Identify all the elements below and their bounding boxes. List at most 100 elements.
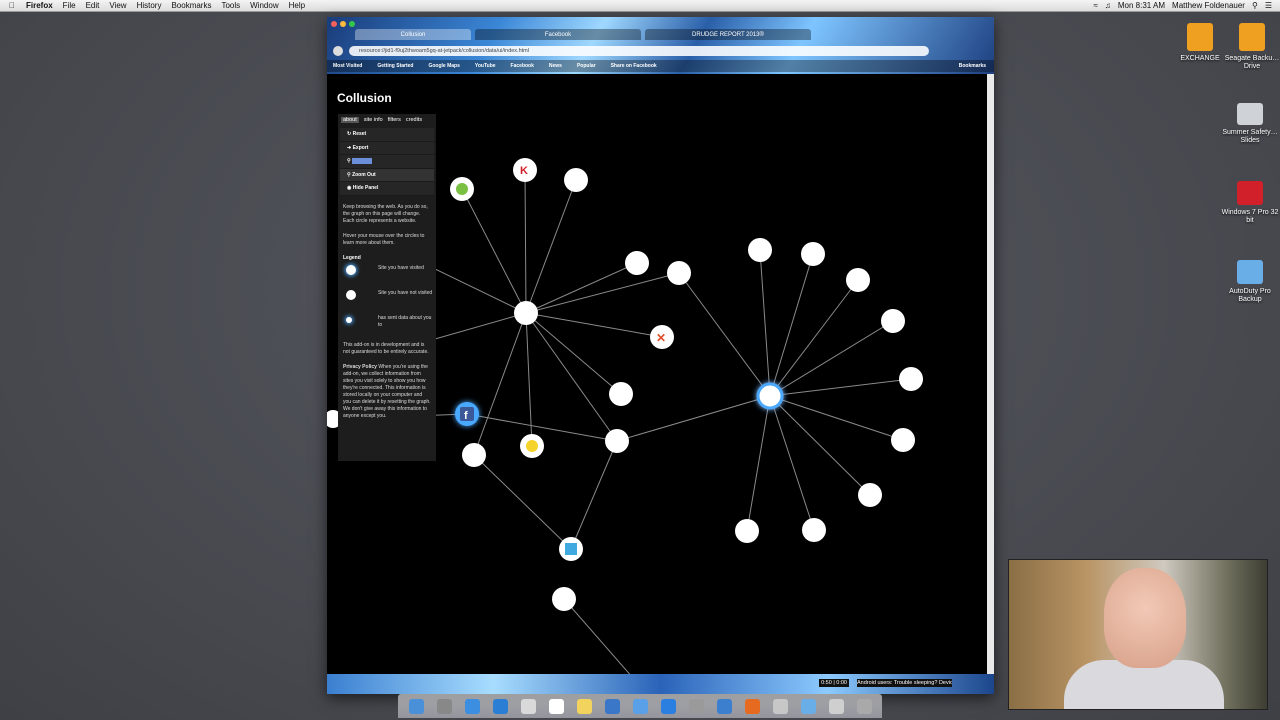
presenter-face — [1104, 568, 1186, 668]
menu-edit[interactable]: Edit — [86, 1, 100, 10]
mail-icon[interactable] — [464, 698, 480, 714]
menu-bookmarks[interactable]: Bookmarks — [171, 1, 211, 10]
legend-visited-label: Site you have visited — [378, 264, 424, 271]
wifi-icon[interactable]: ≈ — [1094, 1, 1098, 10]
graph-node[interactable] — [667, 261, 691, 285]
vmware-icon[interactable] — [716, 698, 732, 714]
notifications-icon[interactable]: ☰ — [1265, 1, 1272, 10]
launchpad-icon[interactable] — [436, 698, 452, 714]
tab-collusion[interactable]: Collusion — [355, 29, 471, 40]
page-content: K ✕ f Collusion about site info filters … — [327, 74, 987, 674]
graph-node[interactable] — [801, 242, 825, 266]
graph-node[interactable] — [881, 309, 905, 333]
graph-node[interactable] — [858, 483, 882, 507]
system-preferences-icon[interactable] — [688, 698, 704, 714]
desktop-icon-label: Summer Safety…Slides — [1222, 129, 1278, 144]
menu-help[interactable]: Help — [289, 1, 305, 10]
desktop-icon-autoduty[interactable]: AutoDuty Pro Backup — [1218, 260, 1280, 304]
tab-credits[interactable]: credits — [406, 117, 422, 123]
zoom-window-icon[interactable] — [349, 21, 355, 27]
graph-node[interactable] — [748, 238, 772, 262]
graph-node[interactable] — [605, 429, 629, 453]
finder-icon[interactable] — [408, 698, 424, 714]
bookmark-youtube[interactable]: YouTube — [475, 63, 496, 69]
blue-site-icon — [565, 543, 577, 555]
page-scrollbar[interactable] — [987, 74, 994, 674]
bookmark-share-facebook[interactable]: Share on Facebook — [611, 63, 657, 69]
desktop-icon-summer-safety[interactable]: Summer Safety…Slides — [1218, 103, 1280, 145]
export-button[interactable]: ➜ Export — [340, 141, 434, 155]
bookmark-popular[interactable]: Popular — [577, 63, 596, 69]
graph-node[interactable] — [735, 519, 759, 543]
browser-chrome: Collusion Facebook DRUDGE REPORT 2013® r… — [327, 17, 994, 74]
graph-node[interactable] — [846, 268, 870, 292]
trash-icon[interactable] — [856, 698, 872, 714]
minimize-window-icon[interactable] — [340, 21, 346, 27]
bookmark-most-visited[interactable]: Most Visited — [333, 63, 362, 69]
menu-view[interactable]: View — [109, 1, 126, 10]
menu-app-name[interactable]: Firefox — [26, 1, 53, 10]
safari-icon[interactable] — [492, 698, 508, 714]
bookmark-google-maps[interactable]: Google Maps — [428, 63, 459, 69]
notes-icon[interactable] — [576, 698, 592, 714]
tab-about[interactable]: about — [341, 117, 359, 123]
tab-site-info[interactable]: site info — [364, 117, 383, 123]
desktop-icon-label: EXCHANGE — [1180, 55, 1220, 62]
menu-tools[interactable]: Tools — [221, 1, 240, 10]
messages-icon[interactable] — [604, 698, 620, 714]
documents-icon[interactable] — [828, 698, 844, 714]
zoom-in-label: Zoom In — [352, 158, 372, 164]
tab-drudge[interactable]: DRUDGE REPORT 2013® — [645, 29, 811, 40]
facetime-icon[interactable] — [632, 698, 648, 714]
status-time: 0:50 | 0:00 — [819, 679, 849, 687]
mac-menu-bar:  Firefox File Edit View History Bookmar… — [0, 0, 1280, 12]
graph-node[interactable] — [462, 443, 486, 467]
desktop-icon-windows7[interactable]: Windows 7 Pro 32 bit — [1218, 181, 1280, 225]
status-ticker[interactable]: Android users: Trouble sleeping? Device … — [857, 679, 952, 687]
hide-panel-button[interactable]: ◉ Hide Panel — [340, 182, 434, 196]
export-label: Export — [352, 144, 369, 151]
status-bar: 0:50 | 0:00 Android users: Trouble sleep… — [327, 674, 994, 694]
preview-icon[interactable] — [772, 698, 788, 714]
app-store-icon[interactable] — [660, 698, 676, 714]
privacy-policy: Privacy Policy When you're using the add… — [338, 356, 436, 420]
graph-node-hub-visited[interactable] — [756, 382, 784, 410]
menu-clock[interactable]: Mon 8:31 AM — [1118, 1, 1165, 10]
graph-node[interactable] — [899, 367, 923, 391]
menu-file[interactable]: File — [63, 1, 76, 10]
android-icon — [456, 183, 468, 195]
downloads-folder-icon[interactable] — [800, 698, 816, 714]
tab-filters[interactable]: filters — [388, 117, 401, 123]
graph-node[interactable] — [609, 382, 633, 406]
tab-facebook[interactable]: Facebook — [475, 29, 641, 40]
zoom-in-button[interactable]: ⚲ Zoom In — [340, 155, 434, 169]
menu-user[interactable]: Matthew Foldenauer — [1172, 1, 1245, 10]
firefox-window: Collusion Facebook DRUDGE REPORT 2013® r… — [327, 17, 994, 694]
contacts-icon[interactable] — [520, 698, 536, 714]
graph-node[interactable] — [564, 168, 588, 192]
bookmark-getting-started[interactable]: Getting Started — [377, 63, 413, 69]
graph-node[interactable] — [802, 518, 826, 542]
menu-history[interactable]: History — [137, 1, 162, 10]
bookmarks-menu[interactable]: Bookmarks — [959, 63, 986, 69]
reset-button[interactable]: ↻ Reset — [340, 128, 434, 142]
dev-note: This add-on is in development and is not… — [343, 341, 429, 355]
graph-node-hub[interactable] — [514, 301, 538, 325]
close-window-icon[interactable] — [331, 21, 337, 27]
back-button[interactable] — [333, 46, 343, 56]
bookmark-facebook[interactable]: Facebook — [511, 63, 534, 69]
menu-window[interactable]: Window — [250, 1, 278, 10]
bookmark-news[interactable]: News — [549, 63, 562, 69]
graph-node[interactable] — [552, 587, 576, 611]
panel-tabs: about site info filters credits — [338, 114, 436, 126]
calendar-icon[interactable] — [548, 698, 564, 714]
volume-icon[interactable]: ♫ — [1105, 1, 1111, 10]
url-bar[interactable]: resource://jid1-f9uj2thwoam5gq-at-jetpac… — [349, 46, 929, 56]
firefox-dock-icon[interactable] — [744, 698, 760, 714]
apple-icon[interactable]:  — [6, 1, 18, 10]
spotlight-icon[interactable]: ⚲ — [1252, 1, 1258, 10]
desktop-icon-seagate[interactable]: Seagate Backu…Drive — [1220, 23, 1280, 71]
graph-node[interactable] — [625, 251, 649, 275]
graph-node[interactable] — [891, 428, 915, 452]
zoom-out-button[interactable]: ⚲ Zoom Out — [340, 168, 434, 182]
